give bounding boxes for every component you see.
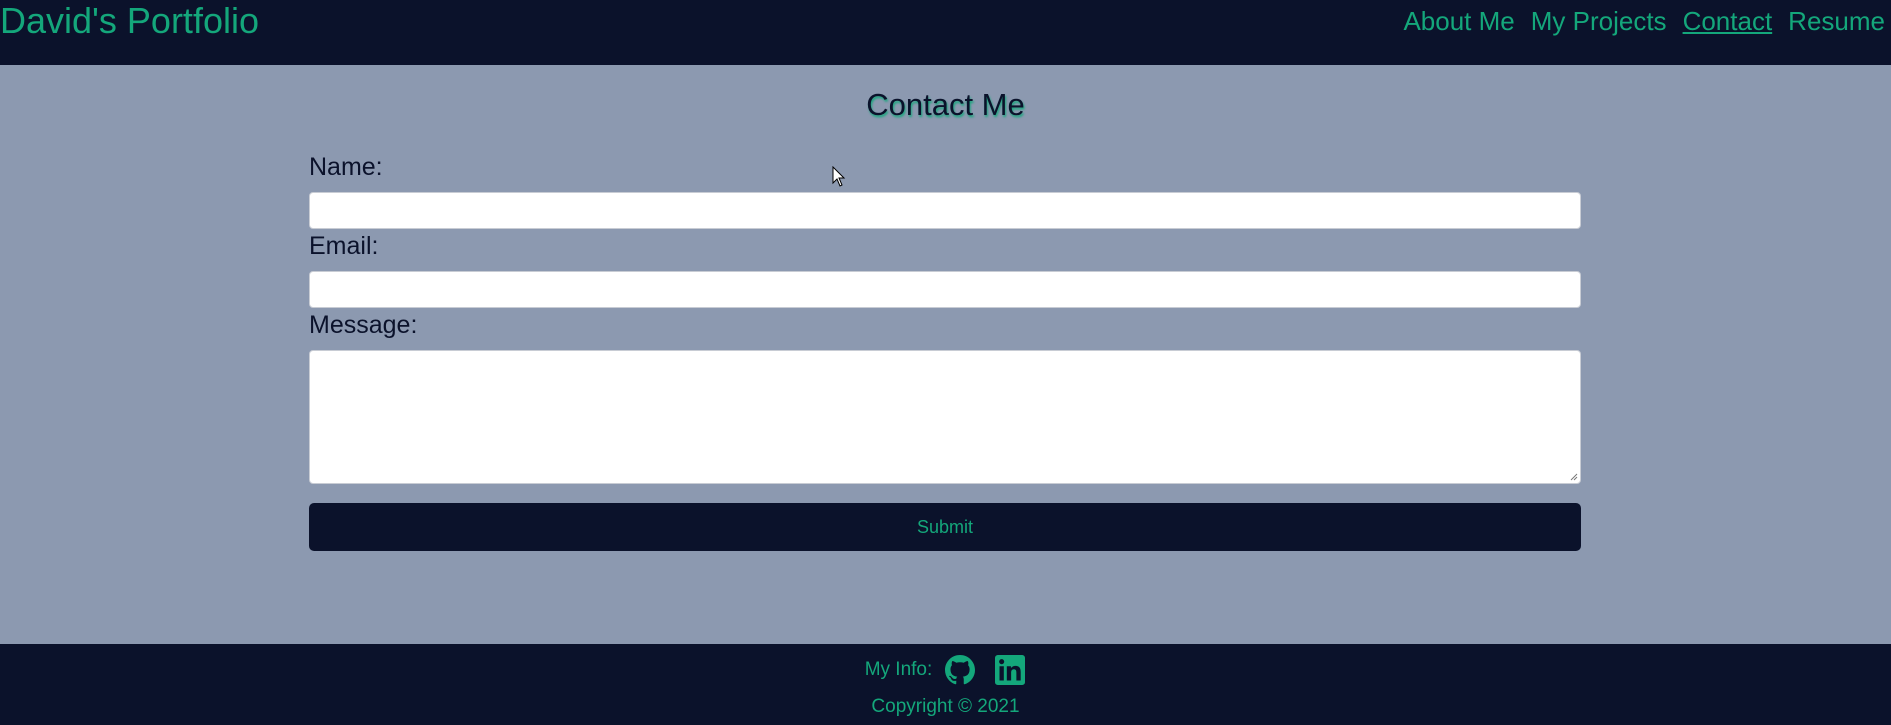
my-info-label: My Info: — [864, 659, 933, 680]
message-label: Message: — [309, 311, 418, 339]
message-textarea[interactable] — [309, 350, 1581, 484]
brand-title[interactable]: David's Portfolio — [0, 0, 259, 42]
name-label: Name: — [309, 153, 383, 181]
nav-link-my-projects[interactable]: My Projects — [1531, 4, 1667, 38]
copyright-text: Copyright © 2021 — [871, 696, 1020, 717]
email-input[interactable] — [309, 271, 1581, 308]
footer-info-row: My Info: — [0, 654, 1891, 686]
contact-section: Contact Me Name: Email: Message: Submit — [0, 65, 1891, 644]
resize-grip-icon[interactable] — [1570, 473, 1578, 481]
page-title: Contact Me — [866, 87, 1025, 122]
github-icon — [945, 655, 976, 685]
github-link[interactable] — [944, 654, 976, 686]
email-label: Email: — [309, 232, 379, 260]
main-nav: About Me My Projects Contact Resume — [1403, 4, 1885, 38]
top-navbar: David's Portfolio About Me My Projects C… — [0, 0, 1891, 65]
nav-link-resume[interactable]: Resume — [1788, 4, 1885, 38]
submit-button[interactable]: Submit — [309, 503, 1581, 551]
nav-link-contact[interactable]: Contact — [1683, 4, 1773, 38]
name-input[interactable] — [309, 192, 1581, 229]
nav-link-about-me[interactable]: About Me — [1403, 4, 1514, 38]
footer: My Info: Copyright © 2021 — [0, 644, 1891, 725]
mouse-cursor-icon — [832, 166, 846, 187]
linkedin-icon — [995, 655, 1026, 685]
linkedin-link[interactable] — [994, 654, 1026, 686]
